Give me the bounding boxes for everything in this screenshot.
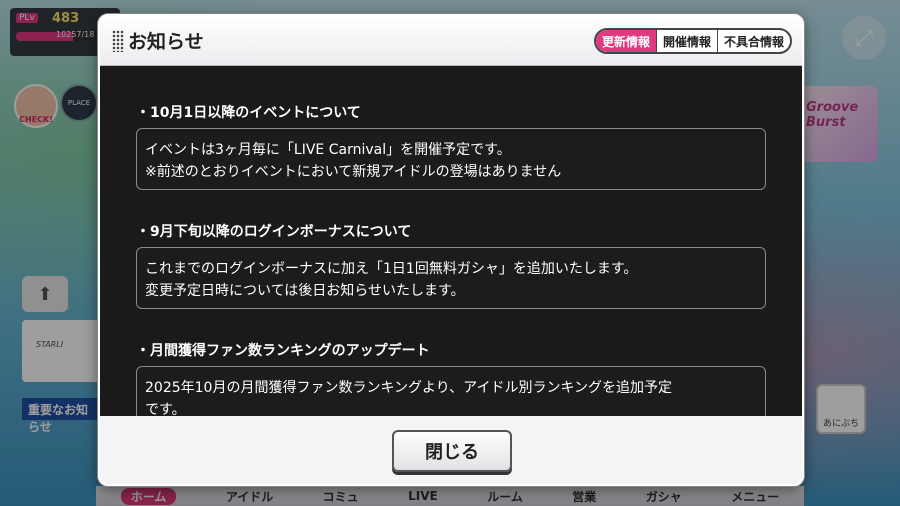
- section-title: ・10月1日以降のイベントについて: [136, 105, 361, 121]
- dialog-footer: 閉じる: [100, 416, 802, 484]
- close-button[interactable]: 閉じる: [392, 430, 512, 472]
- section-box: イベントは3ヶ月毎に「LIVE Carnival」を開催予定です。 ※前述のとお…: [136, 128, 766, 190]
- tab-update-info[interactable]: 更新情報: [595, 30, 656, 52]
- section-title: ・月間獲得ファン数ランキングのアップデート: [136, 343, 430, 359]
- section-title: ・9月下旬以降のログインボーナスについて: [136, 224, 412, 240]
- dialog-header: お知らせ 更新情報 開催情報 不具合情報: [100, 16, 802, 66]
- section-line: ※前述のとおりイベントにおいて新規アイドルの登場はありません: [145, 164, 562, 180]
- notice-scroll-area[interactable]: ・10月1日以降のイベントについて イベントは3ヶ月毎に「LIVE Carniv…: [100, 66, 802, 416]
- notice-dialog: お知らせ 更新情報 開催情報 不具合情報 ・10月1日以降のイベントについて イ…: [98, 14, 804, 486]
- section-line: これまでのログインボーナスに加え「1日1回無料ガシャ」を追加いたします。: [145, 261, 638, 277]
- section-line: 変更予定日時については後日お知らせいたします。: [145, 283, 465, 299]
- tab-event-info[interactable]: 開催情報: [655, 30, 717, 52]
- notice-content[interactable]: ・10月1日以降のイベントについて イベントは3ヶ月毎に「LIVE Carniv…: [100, 66, 802, 416]
- section-line: イベントは3ヶ月毎に「LIVE Carnival」を開催予定です。: [145, 142, 511, 158]
- section-line: 2025年10月の月間獲得ファン数ランキングより、アイドル別ランキングを追加予定: [145, 380, 673, 396]
- notice-tabs: 更新情報 開催情報 不具合情報: [593, 28, 792, 54]
- notice-section: ・月間獲得ファン数ランキングのアップデート 2025年10月の月間獲得ファン数ラ…: [136, 340, 766, 416]
- section-box: これまでのログインボーナスに加え「1日1回無料ガシャ」を追加いたします。 変更予…: [136, 247, 766, 309]
- notice-section: ・9月下旬以降のログインボーナスについて これまでのログインボーナスに加え「1日…: [136, 221, 766, 309]
- notice-section: ・10月1日以降のイベントについて イベントは3ヶ月毎に「LIVE Carniv…: [136, 102, 766, 190]
- tab-bug-info[interactable]: 不具合情報: [716, 30, 790, 52]
- dotted-grid-icon: [112, 30, 124, 52]
- section-box: 2025年10月の月間獲得ファン数ランキングより、アイドル別ランキングを追加予定…: [136, 366, 766, 416]
- section-line: です。: [145, 402, 186, 416]
- dialog-title: お知らせ: [128, 31, 204, 53]
